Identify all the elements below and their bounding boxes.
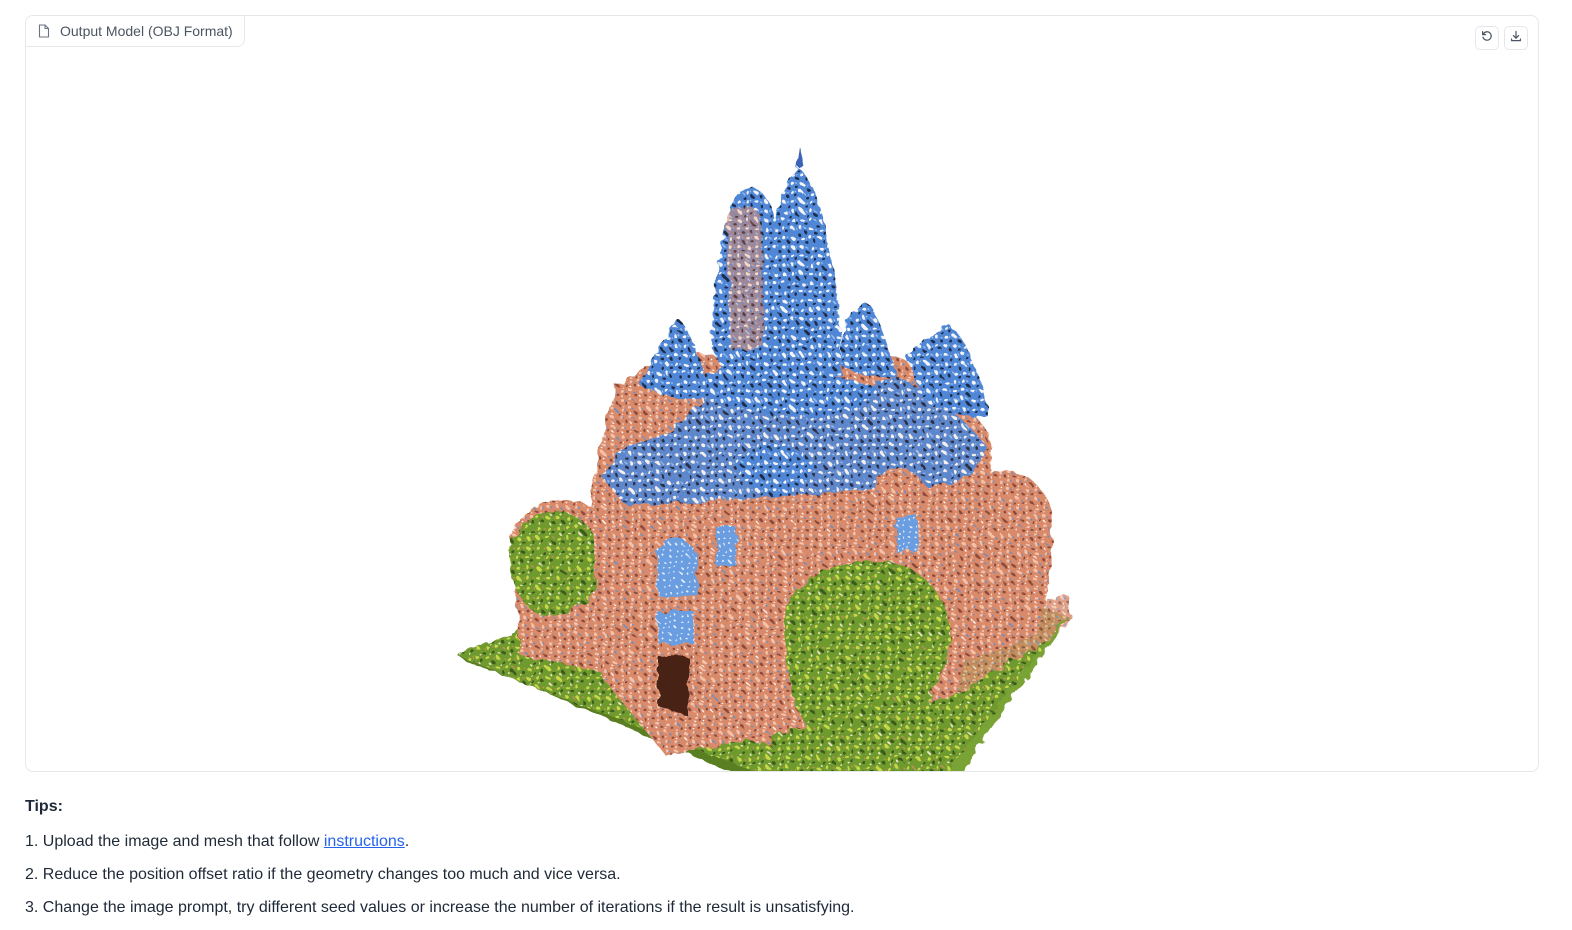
tip-number: 3. — [25, 899, 39, 916]
tip-text: Change the image prompt, try different s… — [42, 899, 855, 916]
rotate-ccw-icon — [1481, 29, 1493, 47]
panel-label-text: Output Model (OBJ Format) — [60, 23, 233, 39]
file-icon — [38, 24, 50, 38]
tip-2: 2. Reduce the position offset ratio if t… — [25, 864, 1525, 886]
tip-text: Upload the image and mesh that follow — [42, 833, 324, 850]
tip-1: 1. Upload the image and mesh that follow… — [25, 831, 1525, 853]
model-3d-panel: Output Model (OBJ Format) — [25, 15, 1539, 772]
tip-3: 3. Change the image prompt, try differen… — [25, 897, 1525, 919]
download-button[interactable] — [1504, 26, 1528, 50]
reset-view-button[interactable] — [1475, 26, 1499, 50]
panel-label: Output Model (OBJ Format) — [26, 16, 245, 47]
3d-model-canvas[interactable] — [26, 56, 1538, 771]
tips-section: Tips: 1. Upload the image and mesh that … — [25, 796, 1525, 930]
tip-text-end: . — [404, 833, 410, 850]
tip-text: Reduce the position offset ratio if the … — [42, 866, 621, 883]
instructions-link[interactable]: instructions — [324, 833, 405, 850]
viewer-toolbar — [1475, 26, 1528, 50]
tip-number: 2. — [25, 866, 39, 883]
tip-number: 1. — [25, 833, 39, 850]
download-icon — [1510, 29, 1522, 47]
tips-title: Tips: — [25, 798, 63, 815]
castle-model-render — [456, 146, 1069, 771]
